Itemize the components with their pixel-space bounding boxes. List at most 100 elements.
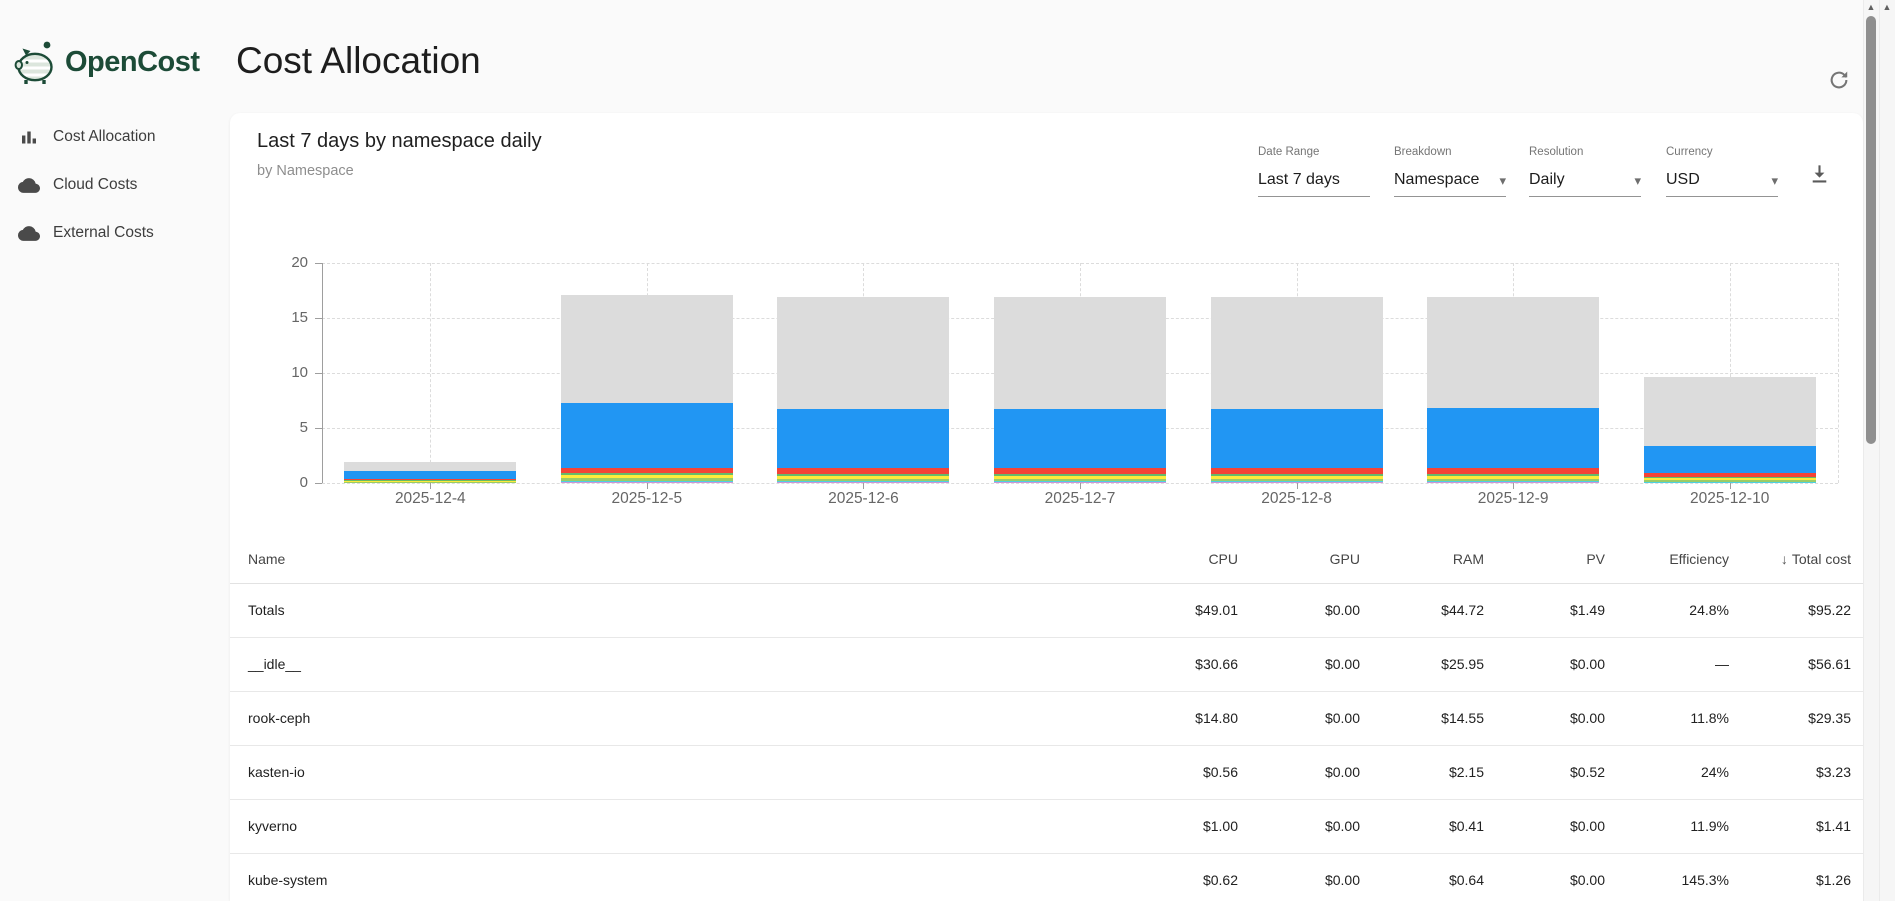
sidebar-item-cloud-costs[interactable]: Cloud Costs — [0, 165, 228, 205]
cell-cpu: $1.00 — [1098, 799, 1238, 853]
cell-cpu: $14.80 — [1098, 691, 1238, 745]
cell-pv: $0.00 — [1465, 853, 1605, 901]
bar-segment-stack-lightgreen — [1211, 479, 1383, 481]
inner-scrollbar-thumb[interactable] — [1866, 16, 1876, 444]
bar-segment-stack-yellow — [994, 476, 1166, 479]
cell-name: kube-system — [248, 853, 327, 901]
cell-gpu: $0.00 — [1220, 637, 1360, 691]
sidebar-item-cost-allocation[interactable]: Cost Allocation — [0, 117, 228, 157]
table-row: kyverno$1.00$0.00$0.41$0.0011.9%$1.41 — [230, 799, 1863, 854]
x-axis-label: 2025-12-10 — [1645, 490, 1815, 508]
cell-efficiency: — — [1589, 637, 1729, 691]
cell-gpu: $0.00 — [1220, 799, 1360, 853]
column-header-efficiency[interactable]: Efficiency — [1589, 536, 1729, 583]
table-row: kube-system$0.62$0.00$0.64$0.00145.3%$1.… — [230, 853, 1863, 901]
column-header-pv[interactable]: PV — [1465, 536, 1605, 583]
cell-name: kasten-io — [248, 745, 305, 799]
gridline-vertical — [430, 263, 431, 483]
bar-segment-stack-blue — [561, 403, 733, 468]
bar-segment-stack-lightgreen — [561, 478, 733, 480]
bar-segment-stack-red — [1644, 473, 1816, 477]
x-axis-label: 2025-12-9 — [1428, 490, 1598, 508]
column-header-ram[interactable]: RAM — [1344, 536, 1484, 583]
cell-total: $1.41 — [1711, 799, 1851, 853]
bar-segment-stack-idle-gray — [344, 462, 516, 471]
cell-total: $1.26 — [1711, 853, 1851, 901]
cell-efficiency: 145.3% — [1589, 853, 1729, 901]
bar-segment-stack-lightgreen — [1644, 480, 1816, 481]
column-header-name[interactable]: Name — [248, 536, 285, 583]
column-header-cpu[interactable]: CPU — [1098, 536, 1238, 583]
column-header-total-cost[interactable]: ↓Total cost — [1711, 536, 1851, 583]
cloud-icon — [18, 178, 40, 193]
y-axis-label: 20 — [252, 254, 308, 271]
cell-ram: $14.55 — [1344, 691, 1484, 745]
bar-segment-stack-red — [994, 468, 1166, 474]
cell-pv: $0.00 — [1465, 799, 1605, 853]
bar-segment-stack-red — [777, 468, 949, 474]
bar-segment-stack-purple — [994, 482, 1166, 483]
cell-name: rook-ceph — [248, 691, 310, 745]
cell-gpu: $0.00 — [1220, 853, 1360, 901]
logo-text: OpenCost — [65, 46, 200, 79]
bar-segment-stack-cyan — [777, 481, 949, 482]
sidebar-item-external-costs[interactable]: External Costs — [0, 213, 228, 253]
x-axis-label: 2025-12-5 — [562, 490, 732, 508]
cell-efficiency: 11.9% — [1589, 799, 1729, 853]
bar-segment-stack-idle-gray — [777, 297, 949, 409]
table-row: rook-ceph$14.80$0.00$14.55$0.0011.8%$29.… — [230, 691, 1863, 746]
cell-total: $95.22 — [1711, 583, 1851, 637]
bar-segment-stack-green — [1427, 474, 1599, 476]
cell-total: $56.61 — [1711, 637, 1851, 691]
bar-segment-stack-red — [1427, 468, 1599, 474]
y-axis-tick — [315, 373, 322, 374]
column-header-gpu[interactable]: GPU — [1220, 536, 1360, 583]
x-axis-tick — [1080, 483, 1081, 489]
bar-segment-stack-yellow — [777, 476, 949, 479]
bar-segment-stack-green — [1644, 477, 1816, 478]
refresh-button[interactable] — [1824, 66, 1854, 96]
cell-name: Totals — [248, 583, 285, 637]
scroll-up-arrow-icon[interactable]: ▲ — [1863, 2, 1879, 12]
y-axis-line — [322, 263, 323, 483]
bar-chart-icon — [18, 127, 40, 147]
bar-segment-stack-green — [344, 480, 516, 481]
bar-segment-stack-cyan — [561, 481, 733, 482]
cell-efficiency: 11.8% — [1589, 691, 1729, 745]
y-axis-tick — [315, 318, 322, 319]
x-axis-tick — [1513, 483, 1514, 489]
x-axis-label: 2025-12-8 — [1212, 490, 1382, 508]
y-axis-tick — [315, 263, 322, 264]
cell-cpu: $0.62 — [1098, 853, 1238, 901]
cell-ram: $0.41 — [1344, 799, 1484, 853]
bar-segment-stack-blue — [994, 409, 1166, 468]
bar-segment-stack-yellow — [1644, 478, 1816, 480]
cell-name: kyverno — [248, 799, 297, 853]
piggy-bank-icon — [14, 38, 56, 86]
table-row: kasten-io$0.56$0.00$2.15$0.5224%$3.23 — [230, 745, 1863, 800]
scroll-up-arrow-icon[interactable]: ▲ — [1879, 2, 1895, 12]
cell-pv: $0.00 — [1465, 637, 1605, 691]
cost-allocation-card: Last 7 days by namespace daily by Namesp… — [230, 113, 1863, 901]
opencost-logo: OpenCost — [14, 38, 200, 86]
bar-segment-stack-cyan — [1211, 481, 1383, 482]
cell-pv: $0.52 — [1465, 745, 1605, 799]
bar-segment-stack-yellow — [561, 475, 733, 478]
cell-gpu: $0.00 — [1220, 745, 1360, 799]
y-axis-label: 5 — [252, 419, 308, 436]
cell-efficiency: 24% — [1589, 745, 1729, 799]
cell-cpu: $49.01 — [1098, 583, 1238, 637]
bar-segment-stack-lightgreen — [344, 482, 516, 483]
bar-segment-stack-idle-gray — [561, 295, 733, 403]
y-axis-tick — [315, 428, 322, 429]
bar-segment-stack-idle-gray — [994, 297, 1166, 409]
bar-segment-stack-green — [777, 474, 949, 476]
x-axis-label: 2025-12-7 — [995, 490, 1165, 508]
bar-segment-stack-purple — [1427, 482, 1599, 483]
cell-name: __idle__ — [248, 637, 301, 691]
sidebar-item-label: External Costs — [53, 224, 154, 242]
table-row: Totals$49.01$0.00$44.72$1.4924.8%$95.22 — [230, 583, 1863, 638]
bar-segment-stack-purple — [1211, 482, 1383, 483]
bar-segment-stack-blue — [777, 409, 949, 468]
outer-scrollbar-track[interactable] — [1879, 0, 1895, 901]
